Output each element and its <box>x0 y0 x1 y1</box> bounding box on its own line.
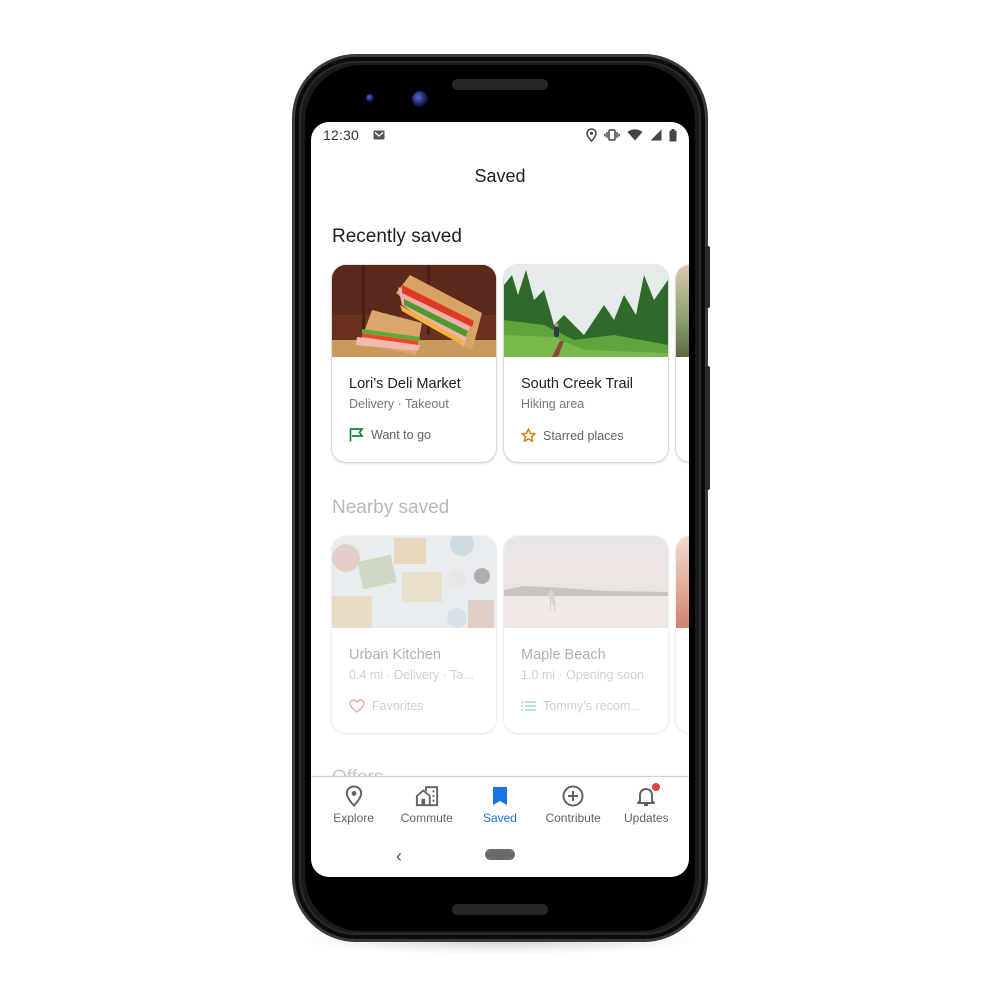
nav-label: Updates <box>623 811 669 825</box>
page-title: Saved <box>474 166 526 186</box>
list-label: Tommy’s recom... <box>543 699 641 713</box>
screen: 12:30 Saved Recently saved Lori’s Deli M… <box>311 122 689 877</box>
battery-icon <box>669 128 677 141</box>
place-card[interactable]: Urban Kitchen 0.4 mi · Delivery · Ta... … <box>332 536 496 733</box>
front-sensor <box>366 94 374 102</box>
wifi-icon <box>627 129 643 141</box>
place-subtitle: 1.0 mi · Opening soon <box>521 668 644 682</box>
home-pill[interactable] <box>485 849 515 860</box>
gmail-icon <box>373 130 385 140</box>
list-icon <box>521 701 536 711</box>
place-photo <box>676 536 689 628</box>
notification-badge <box>652 783 661 791</box>
section-title-nearby-saved: Nearby saved <box>332 497 450 518</box>
commute-icon <box>415 784 439 808</box>
star-icon <box>521 428 536 442</box>
place-photo <box>504 536 668 628</box>
place-card-peek[interactable] <box>676 265 689 462</box>
add-circle-icon <box>561 784 585 808</box>
nav-saved[interactable]: Saved <box>464 777 536 838</box>
place-card[interactable]: Lori’s Deli Market Delivery · Takeout Wa… <box>332 265 496 462</box>
nav-updates[interactable]: Updates <box>610 777 682 838</box>
flag-icon <box>349 428 364 442</box>
status-icons <box>586 128 677 142</box>
place-card[interactable]: Maple Beach 1.0 mi · Opening soon Tommy’… <box>504 536 668 733</box>
list-label: Favorites <box>372 699 424 713</box>
system-navigation-bar: ‹ <box>311 838 689 877</box>
recently-saved-carousel[interactable]: Lori’s Deli Market Delivery · Takeout Wa… <box>332 265 689 462</box>
top-speaker <box>452 79 548 90</box>
nav-commute[interactable]: Commute <box>391 777 463 838</box>
nav-label: Saved <box>482 811 517 825</box>
bottom-speaker <box>452 904 548 915</box>
place-subtitle: Hiking area <box>521 397 585 411</box>
place-subtitle: 0.4 mi · Delivery · Ta... <box>349 668 474 682</box>
bookmark-icon <box>488 784 512 808</box>
place-photo <box>332 536 496 628</box>
nearby-saved-carousel[interactable]: Urban Kitchen 0.4 mi · Delivery · Ta... … <box>332 536 689 733</box>
location-icon <box>586 128 597 142</box>
front-camera <box>412 91 428 107</box>
nav-label: Contribute <box>545 811 601 825</box>
section-title-recently-saved: Recently saved <box>332 226 462 247</box>
bottom-navigation: Explore Commute Saved Contribute Updates <box>311 776 689 838</box>
power-button <box>705 366 710 490</box>
place-title: Maple Beach <box>521 647 606 663</box>
nav-explore[interactable]: Explore <box>318 777 390 838</box>
list-label: Starred places <box>543 428 624 443</box>
place-photo <box>332 265 496 357</box>
heart-icon <box>349 699 365 713</box>
nav-contribute[interactable]: Contribute <box>537 777 609 838</box>
volume-button <box>705 246 710 308</box>
status-bar: 12:30 <box>311 122 689 148</box>
nav-label: Explore <box>333 811 374 825</box>
place-card-peek[interactable] <box>676 536 689 733</box>
nav-label: Commute <box>400 811 453 825</box>
place-card[interactable]: South Creek Trail Hiking area Starred pl… <box>504 265 668 462</box>
place-title: Lori’s Deli Market <box>349 376 461 392</box>
place-list-tag: Starred places <box>521 428 624 443</box>
place-photo <box>504 265 668 357</box>
place-list-tag: Favorites <box>349 699 423 713</box>
signal-icon <box>650 129 662 141</box>
place-title: Urban Kitchen <box>349 647 441 663</box>
status-time: 12:30 <box>323 127 360 143</box>
place-list-tag: Tommy’s recom... <box>521 699 641 713</box>
location-pin-icon <box>342 784 366 808</box>
place-photo <box>676 265 689 357</box>
place-subtitle: Delivery · Takeout <box>349 397 449 411</box>
list-label: Want to go <box>371 428 431 442</box>
back-icon[interactable]: ‹ <box>396 846 402 867</box>
place-title: South Creek Trail <box>521 376 634 392</box>
vibrate-icon <box>604 129 620 141</box>
place-list-tag: Want to go <box>349 428 431 442</box>
